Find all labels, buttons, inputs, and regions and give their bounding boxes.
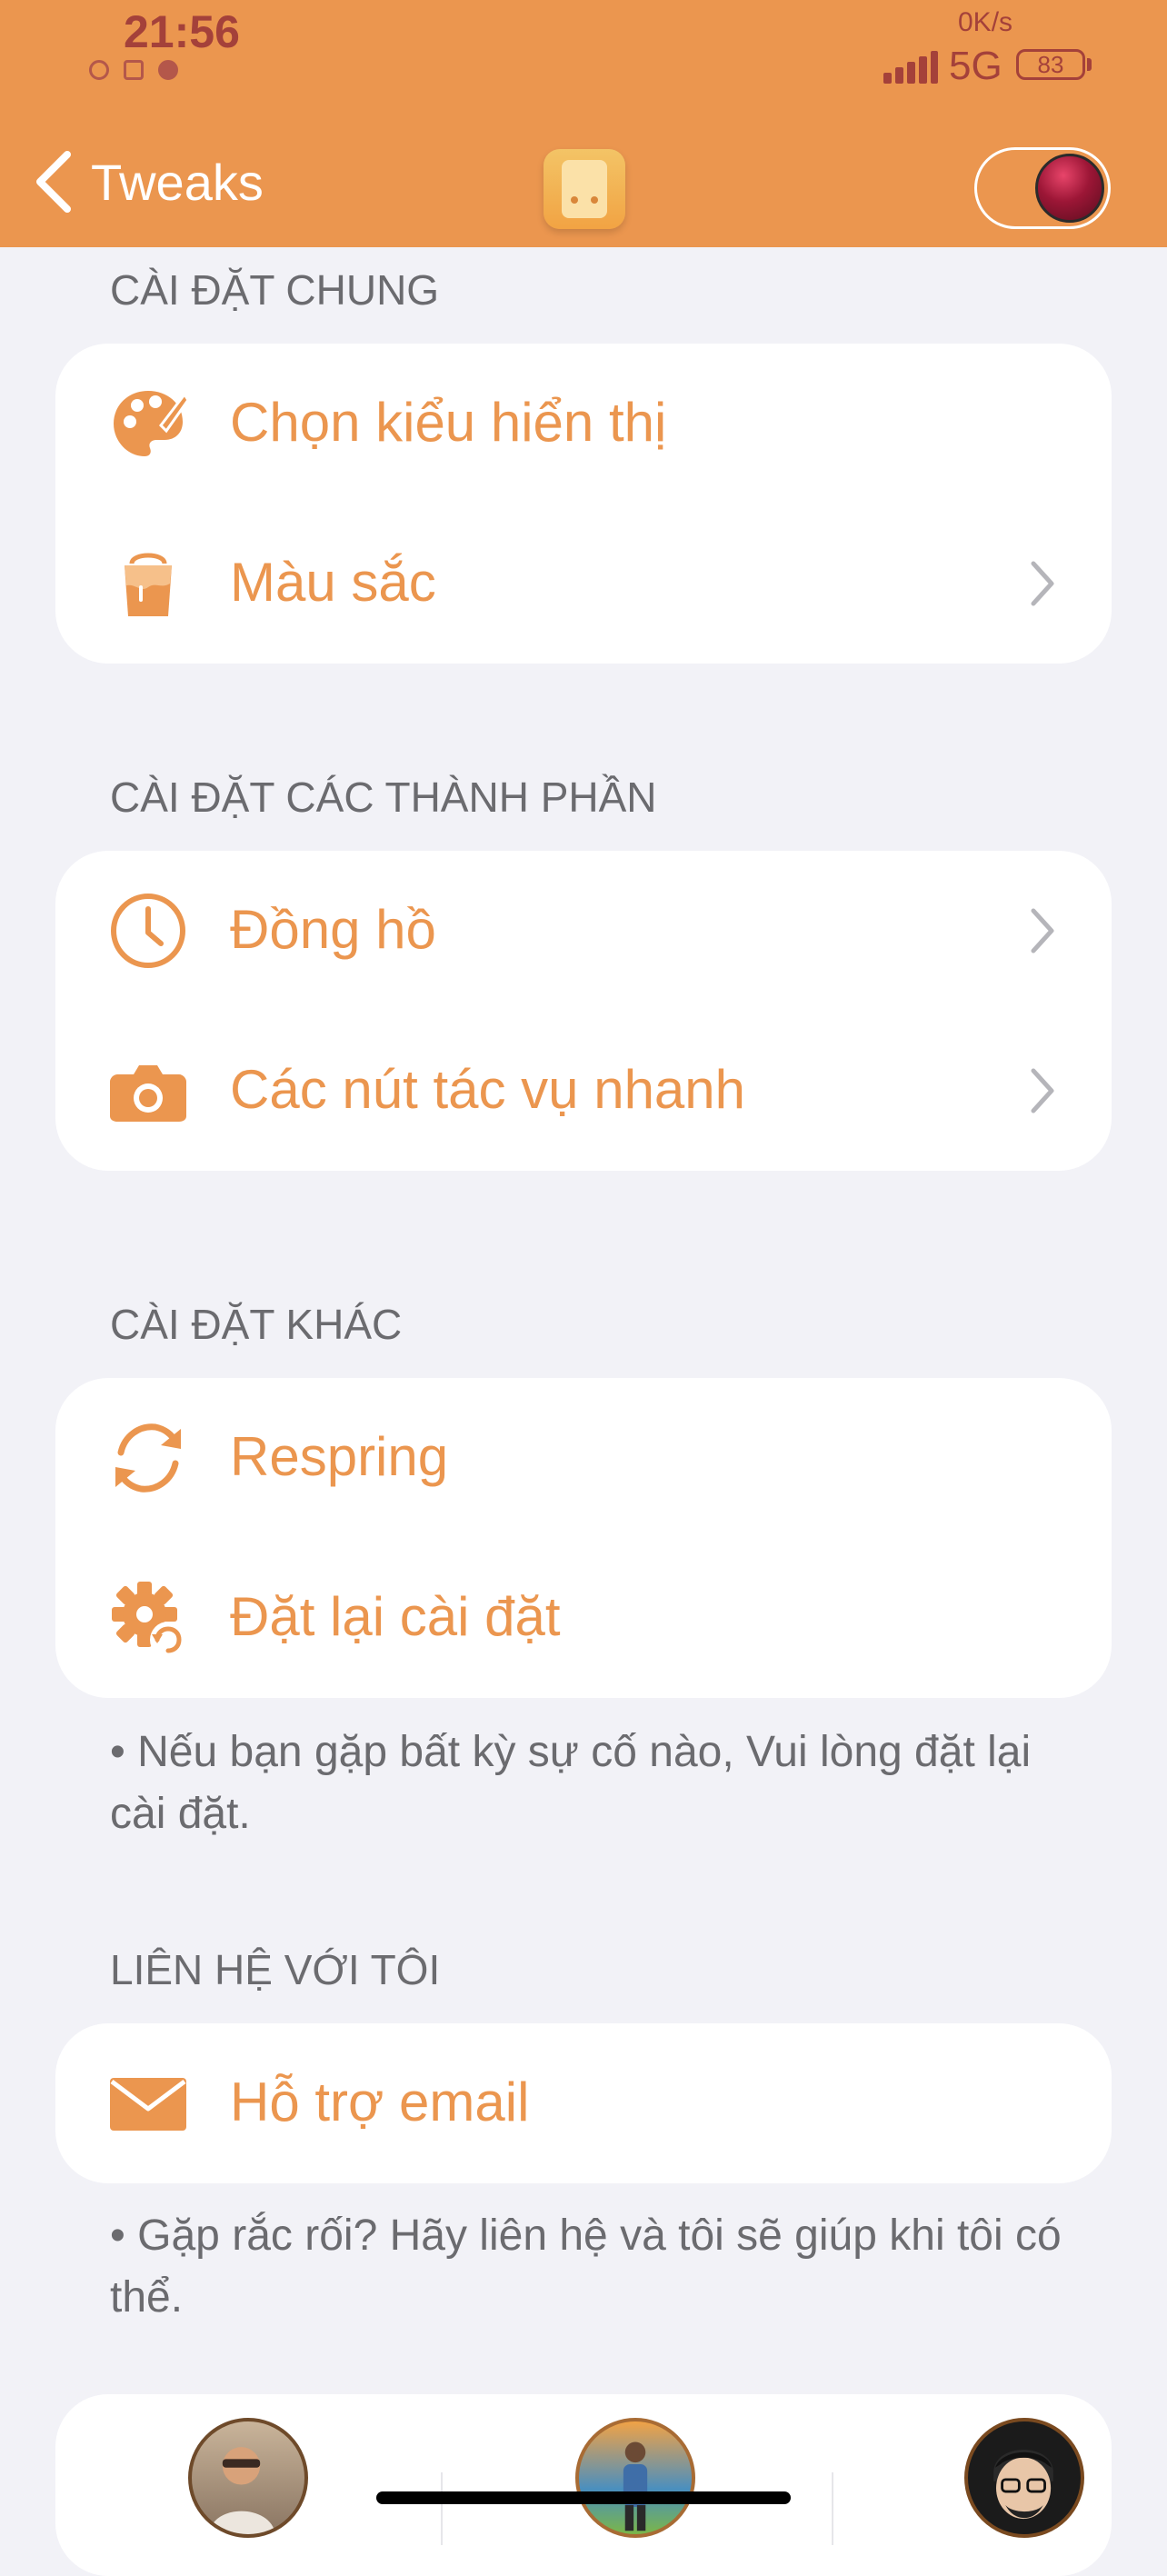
chevron-right-icon [1028, 905, 1055, 956]
reset-settings-row[interactable]: Đặt lại cài đặt [55, 1538, 1112, 1698]
home-indicator[interactable] [376, 2491, 791, 2504]
row-label: Chọn kiểu hiển thị [230, 392, 667, 453]
sync-status-icon [89, 60, 109, 80]
respring-row[interactable]: Respring [55, 1378, 1112, 1538]
mail-icon [108, 2063, 188, 2143]
theme-toggle[interactable] [974, 147, 1111, 229]
avatar[interactable] [188, 2418, 308, 2538]
quick-actions-row[interactable]: Các nút tác vụ nhanh [55, 1011, 1112, 1171]
logo-page [562, 160, 607, 218]
paint-bucket-icon [108, 544, 188, 624]
clock-row[interactable]: Đồng hồ [55, 851, 1112, 1011]
back-label: Tweaks [91, 153, 264, 211]
reset-hint-note: • Nếu bạn gặp bất kỳ sự cố nào, Vui lòng… [110, 1728, 1032, 1838]
app-logo-icon [544, 149, 625, 229]
section-title-components: CÀI ĐẶT CÁC THÀNH PHẦN [110, 774, 657, 821]
network-type: 5G [949, 44, 1002, 88]
status-time: 21:56 [124, 6, 240, 57]
person-photo-icon [623, 2441, 648, 2531]
person-photo-icon [208, 2447, 276, 2534]
row-label: Respring [230, 1426, 449, 1487]
section-title-general: CÀI ĐẶT CHUNG [110, 266, 440, 314]
chevron-right-icon [1028, 1065, 1055, 1116]
status-mini-icons [89, 60, 213, 80]
battery-level: 83 [1037, 50, 1064, 78]
camera-icon [108, 1051, 188, 1131]
signal-bars-icon [883, 51, 938, 84]
palette-icon [108, 384, 190, 464]
back-button[interactable]: Tweaks [33, 145, 264, 218]
refresh-icon [108, 1418, 188, 1498]
battery-tip [1087, 58, 1092, 71]
toggle-knob [1035, 154, 1104, 223]
logo-dot [591, 196, 598, 204]
components-card: Đồng hồ Các nút tác vụ nhanh [55, 851, 1112, 1171]
avatar-divider [832, 2472, 833, 2545]
header-bar: 21:56 0K/s 5G 83 Tweaks [0, 0, 1167, 247]
colors-row[interactable]: Màu sắc [55, 504, 1112, 664]
chevron-left-icon [36, 151, 71, 213]
battery-indicator: 83 [1016, 49, 1085, 80]
row-label: Hỗ trợ email [230, 2072, 530, 2132]
headphones-status-icon [124, 60, 144, 80]
credits-card [55, 2394, 1112, 2576]
cartoon-avatar-icon [993, 2450, 1053, 2520]
clock-icon [108, 891, 188, 971]
section-title-contact: LIÊN HỆ VỚI TÔI [110, 1946, 441, 1993]
contact-hint-note: • Gặp rắc rối? Hãy liên hệ và tôi sẽ giú… [110, 2212, 1062, 2321]
row-label: Các nút tác vụ nhanh [230, 1059, 746, 1120]
contact-card: Hỗ trợ email [55, 2023, 1112, 2183]
avatar[interactable] [575, 2418, 695, 2538]
row-label: Màu sắc [230, 552, 436, 613]
logo-dot [571, 196, 578, 204]
record-status-icon [158, 60, 178, 80]
avatar-divider [441, 2472, 443, 2545]
display-style-row[interactable]: Chọn kiểu hiển thị [55, 344, 1112, 504]
section-title-other: CÀI ĐẶT KHÁC [110, 1301, 403, 1348]
row-label: Đặt lại cài đặt [230, 1586, 561, 1647]
avatar[interactable] [964, 2418, 1084, 2538]
row-label: Đồng hồ [230, 899, 436, 960]
other-settings-card: Respring Đặt lại cài đặt [55, 1378, 1112, 1698]
location-status-icon [193, 60, 213, 80]
general-settings-card: Chọn kiểu hiển thị Màu sắc [55, 344, 1112, 664]
chevron-right-icon [1028, 558, 1055, 609]
gear-reset-icon [108, 1578, 188, 1658]
network-speed: 0K/s [958, 7, 1013, 37]
email-support-row[interactable]: Hỗ trợ email [55, 2023, 1112, 2183]
